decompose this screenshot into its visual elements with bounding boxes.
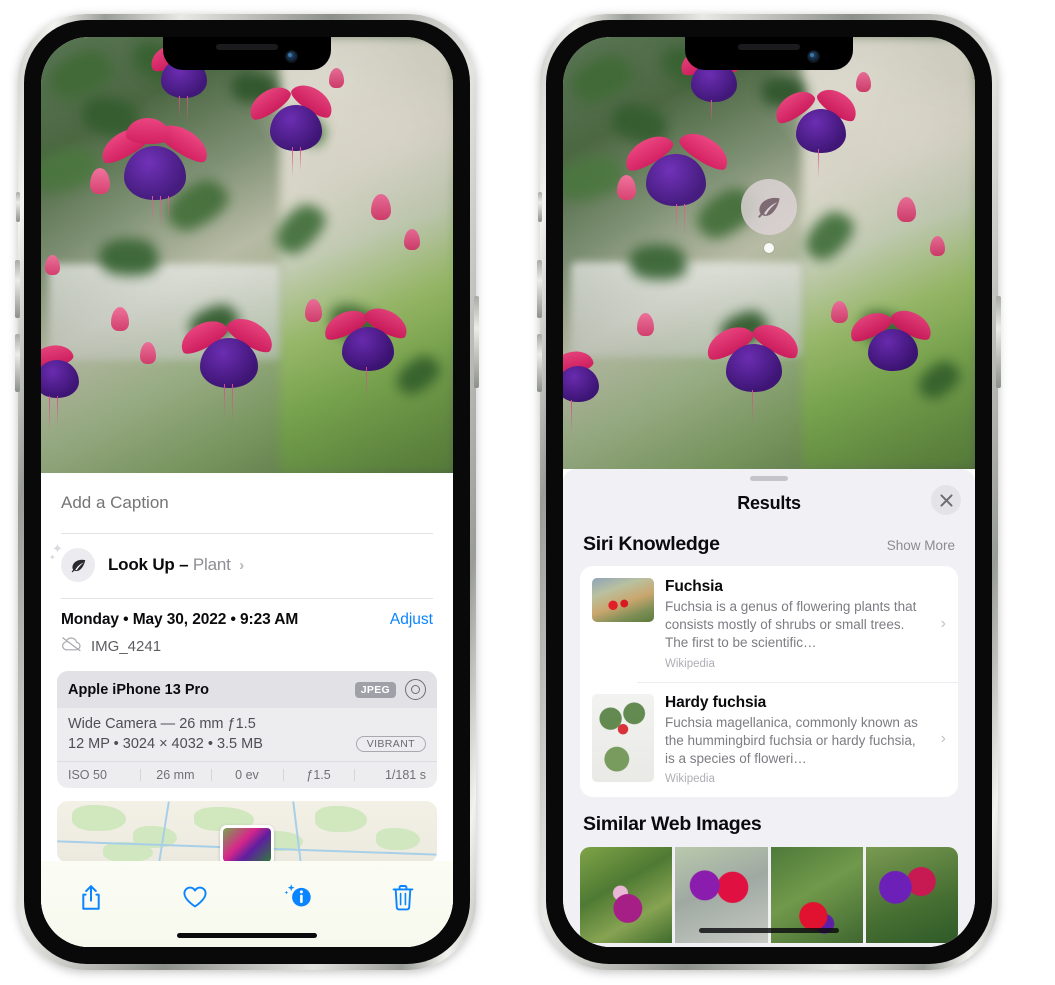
web-image-thumbnail[interactable] (865, 847, 958, 944)
cloud-slash-icon (61, 636, 82, 657)
photo-vignette (563, 37, 975, 469)
screenshot-canvas: ✦ ✦ Look Up – Plant › (0, 0, 1055, 985)
result-title: Hardy fuchsia (665, 693, 767, 711)
screen-left: ✦ ✦ Look Up – Plant › (41, 37, 453, 947)
siri-knowledge-header: Siri Knowledge Show More (563, 525, 975, 556)
sparkle-small-icon: ✦ (49, 553, 56, 562)
adjust-button[interactable]: Adjust (390, 611, 433, 629)
exif-iso: ISO 50 (68, 768, 107, 782)
camera-card-header: Apple iPhone 13 Pro JPEG (57, 671, 437, 708)
volume-down-button[interactable] (15, 334, 20, 392)
camera-device-name: Apple iPhone 13 Pro (68, 681, 209, 698)
results-header: Results (563, 481, 975, 525)
photo-info-sheet: ✦ ✦ Look Up – Plant › (41, 473, 453, 947)
result-source: Wikipedia (665, 657, 715, 670)
chevron-right-icon: › (940, 730, 946, 748)
photo-viewer[interactable] (41, 37, 453, 473)
look-up-row[interactable]: ✦ ✦ Look Up – Plant › (41, 534, 453, 582)
style-chip: VIBRANT (355, 736, 426, 752)
front-camera-icon (808, 51, 819, 62)
lookup-anchor-dot (764, 243, 774, 253)
exif-shutter: 1/181 s (354, 768, 426, 782)
silent-switch[interactable] (16, 192, 20, 222)
volume-up-button[interactable] (15, 260, 20, 318)
volume-down-button[interactable] (537, 334, 542, 392)
iphone-left: ✦ ✦ Look Up – Plant › (15, 14, 479, 970)
notch (685, 37, 853, 70)
similar-web-images-header: Similar Web Images (563, 797, 975, 836)
caption-input[interactable] (61, 493, 433, 513)
photo-vignette (41, 37, 453, 473)
favorite-button[interactable] (173, 877, 217, 917)
exif-row: ISO 50 26 mm 0 ev ƒ1.5 1/181 s (57, 761, 437, 788)
lens-line: Wide Camera — 26 mm ƒ1.5 (68, 716, 256, 732)
chevron-right-icon: › (239, 557, 244, 574)
photo-viewer[interactable] (563, 37, 975, 469)
web-image-thumbnail[interactable] (580, 847, 673, 944)
map-photo-pin (220, 825, 274, 863)
photo-date: Monday • May 30, 2022 • 9:23 AM (61, 611, 299, 628)
power-button[interactable] (474, 296, 479, 388)
list-item[interactable]: Fuchsia Fuchsia is a genus of flowering … (580, 566, 958, 682)
show-more-button[interactable]: Show More (887, 538, 955, 553)
specs-line: 12 MP • 3024 × 4032 • 3.5 MB (68, 736, 263, 752)
section-title: Similar Web Images (583, 813, 762, 836)
iphone-right: Results Siri Knowledge Show More Fuchsia… (537, 14, 1001, 970)
info-button[interactable] (277, 877, 321, 917)
results-sheet: Results Siri Knowledge Show More Fuchsia… (563, 469, 975, 947)
look-up-title: Look Up – (108, 555, 189, 574)
close-icon (939, 493, 953, 507)
format-chip: JPEG (354, 681, 396, 698)
camera-card-body: Wide Camera — 26 mm ƒ1.5 12 MP • 3024 × … (57, 708, 437, 761)
result-source: Wikipedia (665, 773, 715, 786)
earpiece-speaker (738, 44, 800, 50)
caption-area (41, 473, 453, 534)
location-map-thumbnail[interactable] (57, 801, 437, 863)
list-item[interactable]: Hardy fuchsia Fuchsia magellanica, commo… (580, 681, 958, 798)
look-up-badge: ✦ ✦ (49, 542, 95, 582)
home-indicator[interactable] (699, 928, 839, 933)
results-title: Results (737, 492, 801, 513)
visual-lookup-badge[interactable] (741, 179, 797, 253)
exif-exposure: 0 ev (211, 768, 283, 782)
close-button[interactable] (931, 485, 961, 515)
look-up-label: Look Up – Plant › (108, 555, 244, 575)
power-button[interactable] (996, 296, 1001, 388)
front-camera-icon (286, 51, 297, 62)
raw-circle-icon (405, 679, 426, 700)
silent-switch[interactable] (538, 192, 542, 222)
notch (163, 37, 331, 70)
leaf-icon (61, 548, 95, 582)
screen-right: Results Siri Knowledge Show More Fuchsia… (563, 37, 975, 947)
result-thumbnail (592, 693, 654, 782)
volume-up-button[interactable] (537, 260, 542, 318)
result-thumbnail (592, 578, 654, 622)
chevron-right-icon: › (940, 614, 946, 632)
section-title: Siri Knowledge (583, 533, 720, 555)
exif-focal: 26 mm (139, 768, 212, 782)
share-button[interactable] (69, 877, 113, 917)
leaf-icon (741, 179, 797, 235)
file-name: IMG_4241 (91, 638, 162, 655)
camera-info-card[interactable]: Apple iPhone 13 Pro JPEG Wide Camera — 2… (57, 671, 437, 788)
earpiece-speaker (216, 44, 278, 50)
delete-button[interactable] (381, 877, 425, 917)
result-description: Fuchsia is a genus of flowering plants t… (665, 599, 917, 651)
home-indicator[interactable] (177, 933, 317, 938)
siri-knowledge-card: Fuchsia Fuchsia is a genus of flowering … (580, 566, 958, 798)
exif-aperture: ƒ1.5 (282, 768, 355, 782)
metadata-block: Monday • May 30, 2022 • 9:23 AM Adjust I… (41, 599, 453, 657)
look-up-subject: Plant (192, 555, 231, 574)
result-description: Fuchsia magellanica, commonly known as t… (665, 714, 918, 767)
result-title: Fuchsia (665, 578, 723, 595)
